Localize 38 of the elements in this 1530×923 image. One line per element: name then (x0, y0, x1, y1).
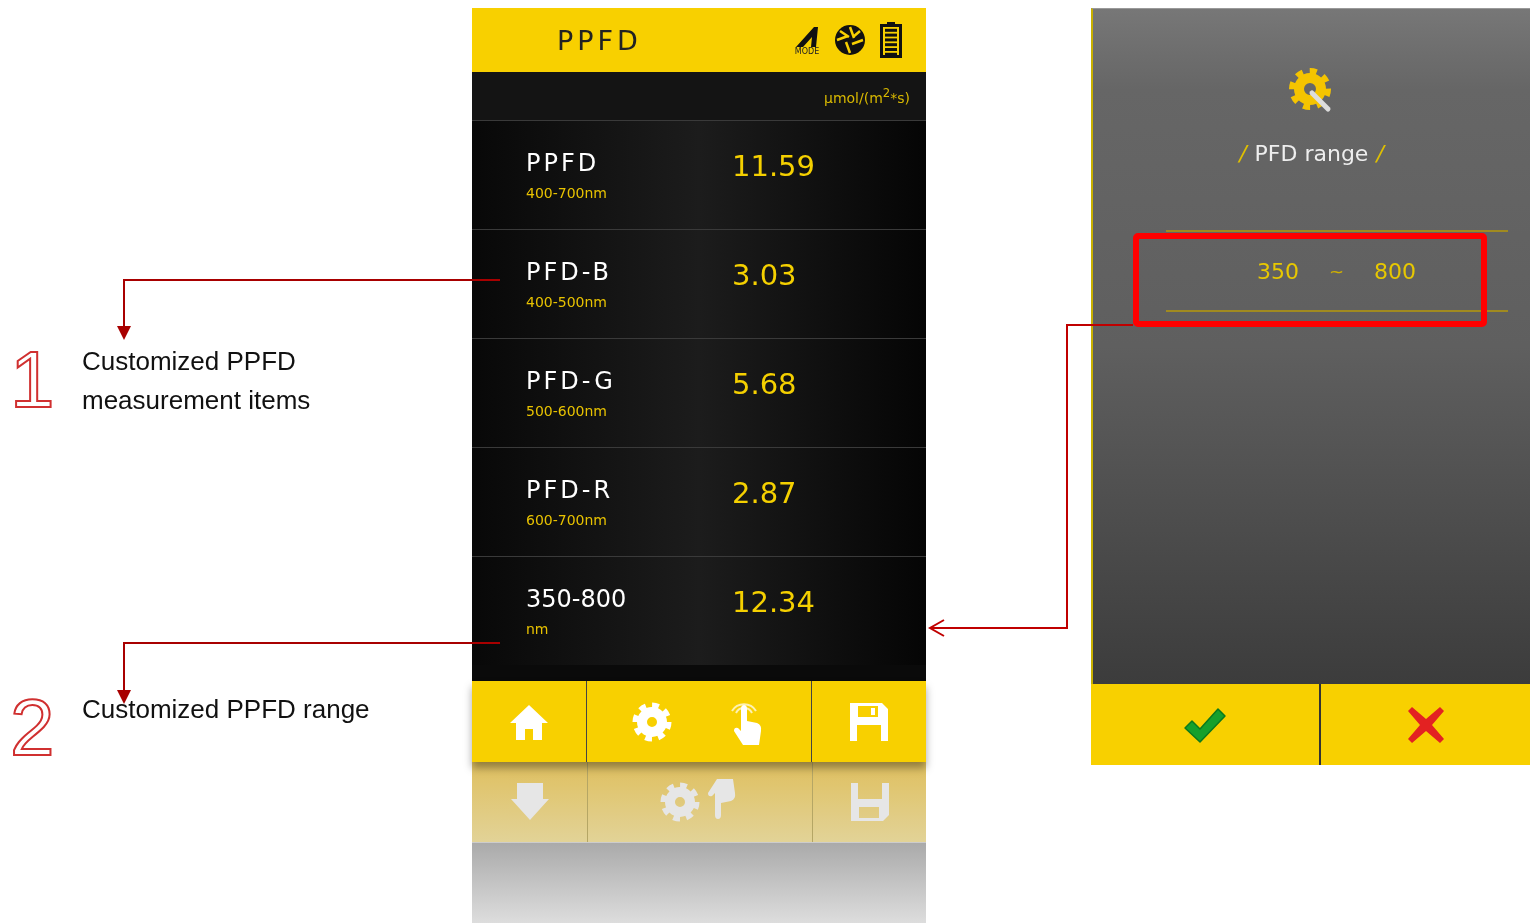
step-number: 1 (10, 340, 56, 420)
measurement-value: 3.03 (732, 258, 797, 292)
measurement-value: 12.34 (732, 585, 816, 619)
close-icon (1405, 704, 1446, 745)
checkmark-icon (1182, 705, 1228, 744)
range-separator: ~ (1328, 260, 1345, 282)
wavelength-range: 600-700nm (526, 512, 608, 528)
title-slash: / (1239, 141, 1247, 166)
save-button[interactable] (812, 681, 926, 762)
measurement-name: PPFD (526, 149, 601, 177)
title-slash: / (1376, 141, 1384, 166)
wavelength-range: nm (526, 621, 550, 637)
range-end: 800 (1374, 258, 1417, 284)
step-number: 2 (10, 688, 56, 768)
wavelength-range: 400-700nm (526, 185, 608, 201)
home-icon (508, 702, 550, 741)
dialog-title: PFD range (1254, 141, 1369, 166)
screen-title: PPFD (557, 24, 642, 56)
home-button[interactable] (472, 681, 587, 762)
gear-icon (660, 782, 700, 822)
measurement-value: 2.87 (732, 476, 797, 510)
measurement-name: 350-800 (526, 585, 628, 613)
measurement-name: PFD-G (526, 367, 617, 395)
aperture-icon[interactable] (834, 24, 866, 56)
down-arrow-icon (508, 783, 551, 821)
measurement-name: PFD-B (526, 258, 614, 286)
annotation-text: Customized PPFD range (82, 693, 371, 726)
measurement-value: 5.68 (732, 367, 797, 401)
wavelength-range: 500-600nm (526, 403, 608, 419)
range-start: 350 (1256, 258, 1299, 284)
measurement-name: PFD-R (526, 476, 615, 504)
wavelength-range: 400-500nm (526, 294, 608, 310)
annotation-text: Customized PPFD measurement items (82, 345, 312, 417)
settings-icon (631, 701, 672, 742)
range-field[interactable]: 350 ~ 800 (1165, 230, 1508, 312)
battery-icon (880, 22, 902, 58)
measurement-value: 11.59 (732, 149, 816, 183)
unit-label: µmol/(m$^{2}$*s) (824, 86, 910, 106)
